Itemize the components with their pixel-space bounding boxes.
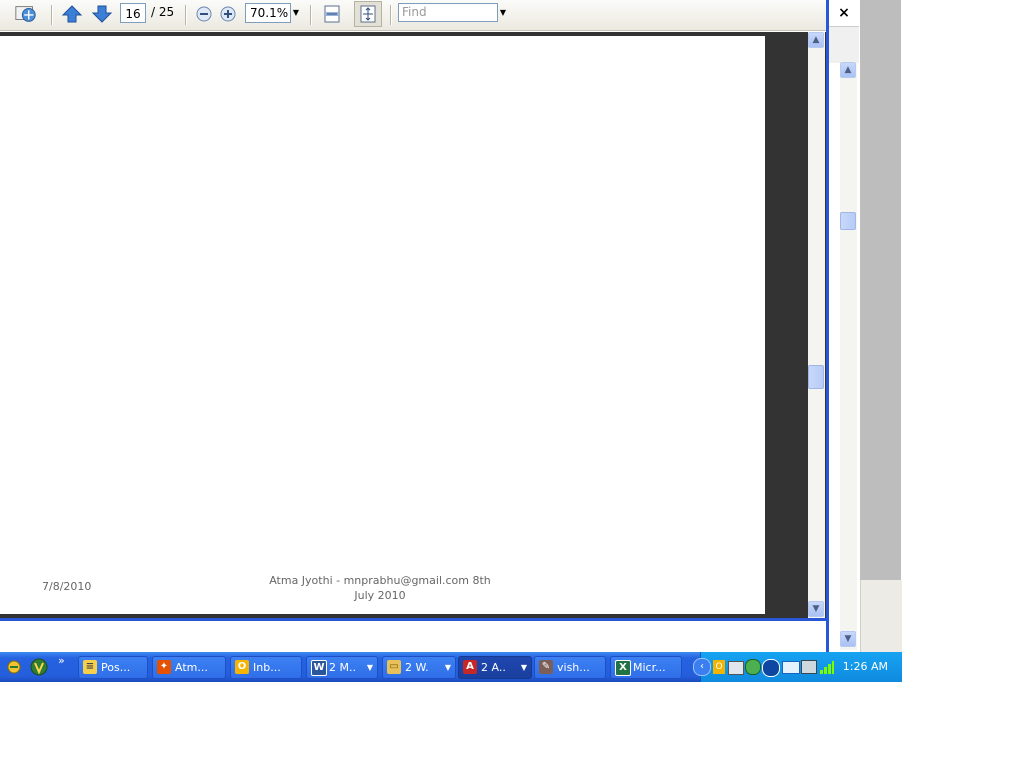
taskbar-item-vish[interactable]: ✎ vish... — [534, 656, 606, 679]
quicklaunch-refresh-icon[interactable] — [6, 659, 22, 679]
footer-author: Atma Jyothi - mnprabhu@gmail.com 8th Jul… — [262, 573, 498, 603]
document-scrollbar[interactable]: ▲ ▼ — [808, 32, 825, 618]
group-dropdown-icon: ▼ — [520, 663, 527, 672]
find-dropdown-arrow-icon[interactable]: ▼ — [499, 3, 507, 23]
quicklaunch-overflow-button[interactable]: » — [58, 654, 65, 667]
background-window-scrollbar[interactable]: ▲ ▼ — [840, 62, 857, 650]
tray-expand-chevron-icon[interactable]: ‹ — [693, 658, 711, 676]
tray-sync-icon[interactable] — [762, 659, 780, 677]
taskbar-item-postit[interactable]: ≡ Pos... — [78, 656, 148, 679]
window-menu-strip — [829, 26, 859, 63]
folder-icon: ▭ — [387, 660, 401, 674]
previous-page-button[interactable] — [60, 3, 84, 25]
footer-author-line2: July 2010 — [354, 589, 406, 602]
scrollbar-thumb[interactable] — [840, 212, 856, 230]
tray-antivirus-icon[interactable] — [745, 659, 761, 675]
taskbar-item-label: Atm... — [175, 661, 208, 674]
fit-width-button[interactable] — [320, 3, 344, 25]
window-bottom-border — [0, 618, 826, 621]
footer-date: 7/8/2010 — [42, 580, 92, 593]
desktop-gray-area — [860, 0, 901, 580]
zoom-out-button[interactable] — [192, 3, 216, 25]
close-button[interactable]: × — [831, 1, 857, 25]
taskbar-clock[interactable]: 1:26 AM — [843, 660, 888, 673]
taskbar-item-inbox[interactable]: O Inb... — [230, 656, 302, 679]
page-total-label: / 25 — [151, 5, 175, 19]
group-dropdown-icon: ▼ — [444, 663, 451, 672]
tray-monitor-icon[interactable] — [801, 660, 817, 674]
scrollbar-thumb[interactable] — [808, 365, 824, 389]
zoom-dropdown-arrow-icon[interactable]: ▼ — [291, 3, 301, 23]
scroll-up-arrow-icon[interactable]: ▲ — [840, 62, 856, 78]
word-icon: W — [311, 660, 327, 676]
taskbar: » ≡ Pos... ✦ Atm... O Inb... W 2 M.. ▼ ▭… — [0, 652, 902, 682]
toolbar-separator — [185, 5, 187, 25]
tray-outlook-icon[interactable]: O — [713, 660, 725, 674]
next-page-button[interactable] — [90, 3, 114, 25]
browser-icon: ✦ — [157, 660, 171, 674]
tray-network-icon[interactable] — [728, 661, 744, 675]
tray-mail-icon[interactable] — [782, 661, 800, 674]
outlook-icon: O — [235, 660, 249, 674]
taskbar-item-label: Micr... — [633, 661, 666, 674]
desktop-light-area — [860, 580, 902, 652]
scroll-down-arrow-icon[interactable]: ▼ — [808, 601, 824, 617]
scroll-up-arrow-icon[interactable]: ▲ — [808, 32, 824, 48]
taskbar-item-label: 2 M.. — [329, 661, 356, 674]
document-page — [0, 36, 765, 614]
toolbar-separator — [310, 5, 312, 25]
taskbar-item-label: 2 W. — [405, 661, 429, 674]
taskbar-item-label: Pos... — [101, 661, 131, 674]
taskbar-item-browser[interactable]: ✦ Atm... — [152, 656, 226, 679]
scroll-down-arrow-icon[interactable]: ▼ — [840, 631, 856, 647]
tray-signal-icon[interactable] — [819, 659, 835, 679]
taskbar-group-word[interactable]: W 2 M.. ▼ — [306, 656, 378, 679]
acrobat-icon: A — [463, 660, 477, 674]
taskbar-group-acrobat[interactable]: A 2 A.. ▼ — [458, 656, 532, 679]
taskbar-group-folders[interactable]: ▭ 2 W. ▼ — [382, 656, 456, 679]
page-number-input[interactable]: 16 — [120, 3, 146, 23]
email-share-icon[interactable] — [14, 3, 38, 25]
taskbar-item-excel[interactable]: X Micr... — [610, 656, 682, 679]
group-dropdown-icon: ▼ — [366, 663, 373, 672]
sticky-note-icon: ≡ — [83, 660, 97, 674]
quicklaunch-app-icon[interactable] — [30, 658, 48, 680]
taskbar-item-label: vish... — [557, 661, 590, 674]
toolbar-separator — [51, 5, 53, 25]
find-input[interactable]: Find — [398, 3, 498, 22]
zoom-level-input[interactable]: 70.1% — [245, 3, 291, 23]
system-tray: ‹ O 1:26 AM — [693, 652, 902, 682]
excel-icon: X — [615, 660, 631, 676]
footer-author-line1: Atma Jyothi - mnprabhu@gmail.com 8th — [269, 574, 491, 587]
fit-page-button[interactable] — [354, 1, 382, 27]
zoom-in-button[interactable] — [216, 3, 240, 25]
app-icon: ✎ — [539, 660, 553, 674]
taskbar-item-label: 2 A.. — [481, 661, 506, 674]
acrobat-toolbar: 16 / 25 70.1% ▼ Find ▼ — [0, 0, 826, 31]
toolbar-separator — [390, 5, 392, 25]
taskbar-item-label: Inb... — [253, 661, 281, 674]
